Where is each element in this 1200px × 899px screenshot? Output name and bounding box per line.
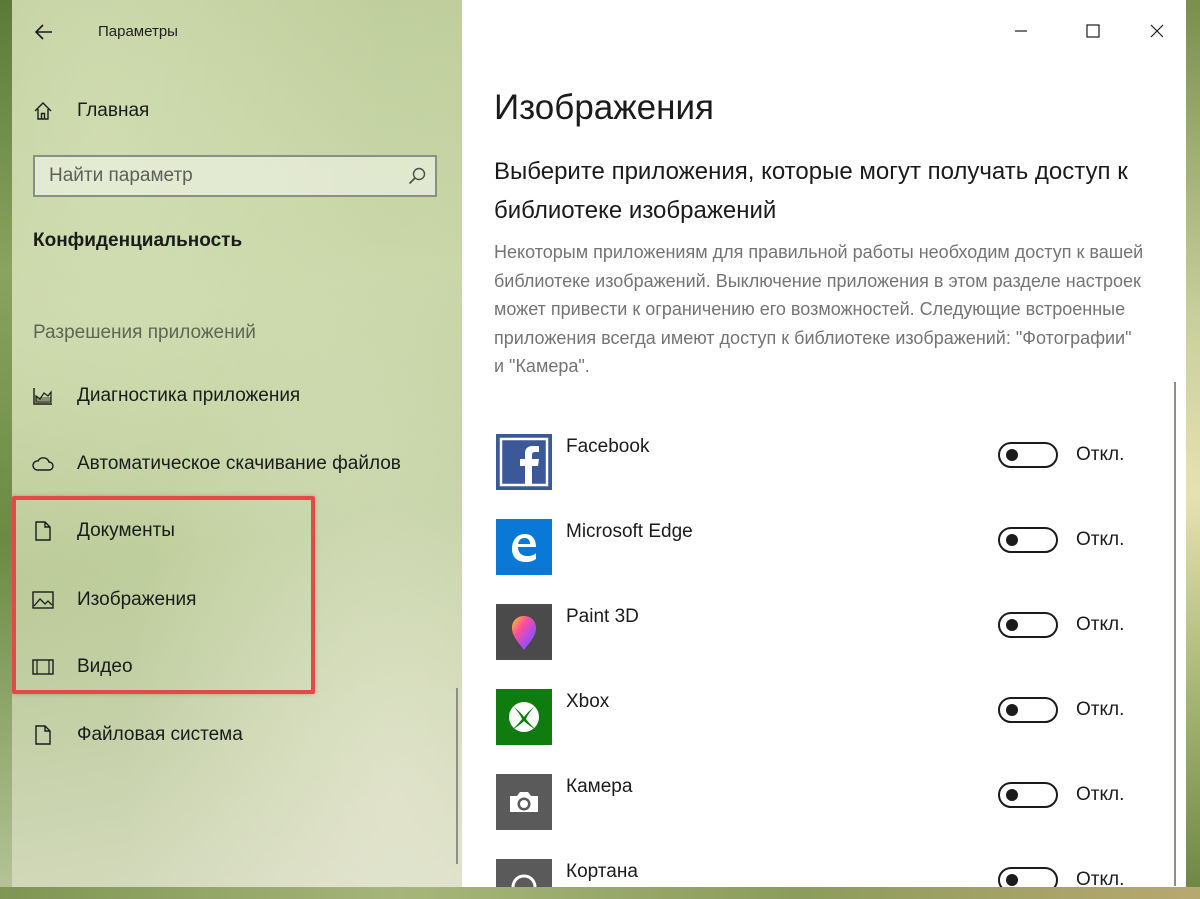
desktop-background-left <box>0 0 12 899</box>
titlebar-left: Параметры <box>12 0 462 62</box>
content-pane: Изображения Выберите приложения, которые… <box>462 0 1186 887</box>
group-label: Разрешения приложений <box>33 322 256 343</box>
toggle-knob <box>1006 619 1018 631</box>
toggle-knob <box>1006 449 1018 461</box>
search-icon[interactable] <box>407 166 427 186</box>
document-icon <box>32 724 54 746</box>
desktop-background-bottom <box>0 887 1200 899</box>
app-row-camera: Камера Откл. <box>494 774 1154 844</box>
cloud-icon <box>32 453 54 475</box>
sidebar-item-label: Диагностика приложения <box>77 385 301 406</box>
search-field[interactable] <box>33 155 437 197</box>
toggle-microsoft-edge[interactable] <box>998 527 1058 553</box>
search-input[interactable] <box>35 157 409 195</box>
minimize-icon <box>1015 30 1027 32</box>
toggle-state-label: Откл. <box>1076 529 1125 550</box>
page-title: Изображения <box>494 88 714 127</box>
sidebar-item-home[interactable]: Главная <box>12 89 462 133</box>
sidebar: Параметры Главная Конфиденциальность Раз… <box>12 0 462 887</box>
toggle-knob <box>1006 704 1018 716</box>
app-name: Facebook <box>566 436 650 457</box>
app-row-facebook: Facebook Откл. <box>494 434 1154 504</box>
description-text: Некоторым приложениям для правильной раб… <box>494 242 1144 376</box>
app-name: Камера <box>566 776 633 797</box>
cortana-icon <box>496 859 552 887</box>
close-icon <box>1150 24 1164 38</box>
toggle-cortana[interactable] <box>998 867 1058 887</box>
toggle-state-label: Откл. <box>1076 784 1125 805</box>
close-button[interactable] <box>1134 8 1180 54</box>
app-row-paint-3d: Paint 3D Откл. <box>494 604 1154 674</box>
chart-icon <box>32 385 54 407</box>
sidebar-item-label: Файловая система <box>77 724 243 745</box>
toggle-state-label: Откл. <box>1076 614 1125 635</box>
section-heading: Конфиденциальность <box>33 230 243 251</box>
minimize-button[interactable] <box>998 8 1044 54</box>
app-name: Xbox <box>566 691 610 712</box>
facebook-icon <box>496 434 552 490</box>
edge-icon <box>496 519 552 575</box>
app-name: Microsoft Edge <box>566 521 693 542</box>
app-name: Кортана <box>566 861 638 882</box>
home-icon <box>32 100 54 122</box>
sidebar-item-label: Главная <box>77 100 150 121</box>
xbox-icon <box>496 689 552 745</box>
paint3d-icon <box>496 604 552 660</box>
sidebar-item-app-diagnostics[interactable]: Диагностика приложения <box>12 374 462 418</box>
toggle-xbox[interactable] <box>998 697 1058 723</box>
toggle-state-label: Откл. <box>1076 869 1125 887</box>
toggle-state-label: Откл. <box>1076 444 1125 465</box>
toggle-knob <box>1006 789 1018 801</box>
section-subheading: Выберите приложения, которые могут получ… <box>494 158 1128 224</box>
sidebar-item-auto-downloads[interactable]: Автоматическое скачивание файлов <box>12 442 462 486</box>
annotation-highlight-box <box>12 496 315 694</box>
app-row-microsoft-edge: Microsoft Edge Откл. <box>494 519 1154 589</box>
toggle-paint-3d[interactable] <box>998 612 1058 638</box>
app-row-cortana: Кортана Откл. <box>494 859 1154 887</box>
toggle-state-label: Откл. <box>1076 699 1125 720</box>
toggle-facebook[interactable] <box>998 442 1058 468</box>
window-title: Параметры <box>98 23 178 40</box>
back-button[interactable] <box>26 14 62 50</box>
toggle-knob <box>1006 534 1018 546</box>
content-scrollbar[interactable] <box>1174 382 1176 886</box>
toggle-camera[interactable] <box>998 782 1058 808</box>
desktop-background-right <box>1186 0 1200 899</box>
settings-window: Параметры Главная Конфиденциальность Раз… <box>12 0 1186 887</box>
app-name: Paint 3D <box>566 606 639 627</box>
camera-icon <box>496 774 552 830</box>
sidebar-scrollbar[interactable] <box>456 688 458 864</box>
app-row-xbox: Xbox Откл. <box>494 689 1154 759</box>
toggle-knob <box>1006 874 1018 886</box>
maximize-icon <box>1086 24 1100 38</box>
sidebar-item-file-system[interactable]: Файловая система <box>12 713 462 757</box>
back-arrow-icon <box>35 24 52 40</box>
sidebar-item-label: Автоматическое скачивание файлов <box>77 453 401 474</box>
maximize-button[interactable] <box>1070 8 1116 54</box>
